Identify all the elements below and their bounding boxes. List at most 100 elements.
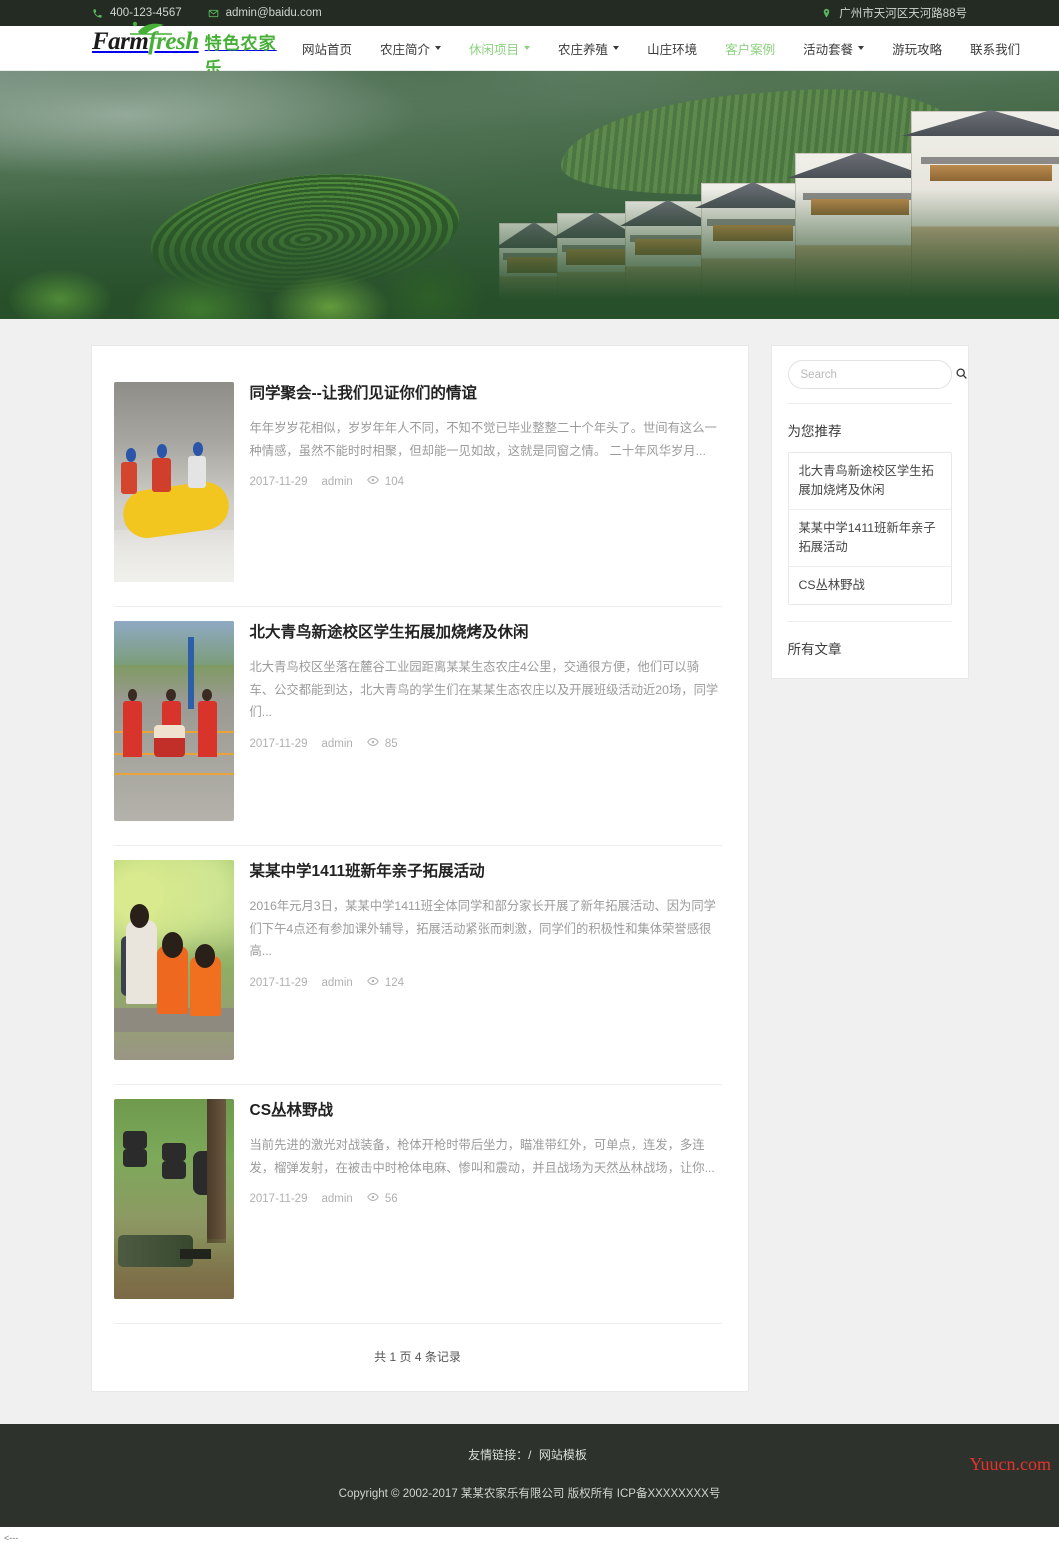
- list-item[interactable]: CS丛林野战: [789, 567, 951, 604]
- post-view-count: 56: [384, 1192, 398, 1205]
- main-navigation: 网站首页 农庄简介 休闲项目 农庄养殖 山庄环境 客户案例 活动套餐 游玩攻略 …: [288, 39, 1034, 58]
- search-input[interactable]: [800, 368, 955, 381]
- post-date: 2017-11-29: [249, 737, 308, 750]
- table-row[interactable]: 北大青鸟新途校区学生拓展加烧烤及休闲 北大青鸟校区坐落在麓谷工业园距离某某生态农…: [113, 607, 722, 846]
- post-author: admin: [321, 737, 353, 750]
- topbar-left-group: 400-123-4567 admin@baidu.com: [92, 7, 348, 19]
- post-thumbnail[interactable]: [113, 860, 234, 1060]
- pagination-summary: 共 1 页 4 条记录: [114, 1324, 722, 1391]
- article-list-panel: 同学聚会--让我们见证你们的情谊 年年岁岁花相似，岁岁年年人不同，不知不觉已毕业…: [90, 345, 749, 1392]
- nav-item-packages[interactable]: 活动套餐: [789, 39, 878, 58]
- html-comment-marker: <---: [4, 1533, 19, 1543]
- post-title[interactable]: 北大青鸟新途校区学生拓展加烧烤及休闲: [250, 623, 722, 644]
- sidebar: 为您推荐 北大青鸟新途校区学生拓展加烧烤及休闲 某某中学1411班新年亲子拓展活…: [770, 345, 969, 680]
- post-excerpt: 2016年元月3日，某某中学1411班全体同学和部分家长开展了新年拓展活动、因为…: [249, 898, 716, 959]
- post-thumbnail[interactable]: [113, 621, 234, 821]
- friend-links: 友情链接：/ 网站模板: [0, 1446, 1059, 1463]
- content-wrapper: 同学聚会--让我们见证你们的情谊 年年岁岁花相似，岁岁年年人不同，不知不觉已毕业…: [90, 345, 969, 1392]
- list-item[interactable]: 北大青鸟新途校区学生拓展加烧烤及休闲: [788, 453, 951, 511]
- post-view-count: 124: [384, 976, 404, 989]
- topbar-right-group: 广州市天河区天河路88号: [821, 5, 967, 21]
- post-content: 某某中学1411班新年亲子拓展活动 2016年元月3日，某某中学1411班全体同…: [250, 860, 722, 1060]
- phone-contact[interactable]: 400-123-4567: [92, 7, 182, 19]
- nav-item-guide[interactable]: 游玩攻略: [878, 39, 956, 58]
- post-meta: 2017-11-29 admin 56: [250, 1191, 722, 1206]
- eye-icon: [366, 736, 379, 751]
- table-row[interactable]: CS丛林野战 当前先进的激光对战装备，枪体开枪时带后坐力，瞄准带红外，可单点，连…: [113, 1085, 722, 1324]
- post-content: CS丛林野战 当前先进的激光对战装备，枪体开枪时带后坐力，瞄准带红外，可单点，连…: [250, 1099, 722, 1299]
- nav-label: 游玩攻略: [892, 42, 943, 57]
- nav-item-home[interactable]: 网站首页: [288, 39, 366, 58]
- table-row[interactable]: 某某中学1411班新年亲子拓展活动 2016年元月3日，某某中学1411班全体同…: [113, 846, 722, 1085]
- pagination-text: 共 1 页 4 条记录: [374, 1350, 461, 1364]
- nav-label: 客户案例: [725, 42, 776, 57]
- post-date: 2017-11-29: [249, 1192, 308, 1205]
- hero-banner-image: [0, 71, 1059, 319]
- post-title[interactable]: CS丛林野战: [250, 1101, 722, 1122]
- eye-icon: [366, 1191, 379, 1206]
- all-articles-title[interactable]: 所有文章: [787, 621, 952, 660]
- post-views: 56: [366, 1191, 398, 1206]
- post-content: 北大青鸟新途校区学生拓展加烧烤及休闲 北大青鸟校区坐落在麓谷工业园距离某某生态农…: [250, 621, 722, 821]
- nav-item-about[interactable]: 农庄简介: [366, 39, 455, 58]
- address-text: 广州市天河区天河路88号: [839, 8, 967, 20]
- nav-item-farming[interactable]: 农庄养殖: [544, 39, 633, 58]
- post-excerpt: 北大青鸟校区坐落在麓谷工业园距离某某生态农庄4公里，交通很方便，他们可以骑车、公…: [249, 659, 719, 720]
- nav-label: 联系我们: [970, 42, 1021, 57]
- post-date: 2017-11-29: [249, 475, 308, 488]
- friend-link-template[interactable]: 网站模板: [539, 1448, 587, 1462]
- page-body: 同学聚会--让我们见证你们的情谊 年年岁岁花相似，岁岁年年人不同，不知不觉已毕业…: [0, 319, 1059, 1424]
- nav-label: 活动套餐: [803, 42, 854, 57]
- email-address: admin@baidu.com: [225, 7, 322, 19]
- eye-icon: [366, 975, 379, 990]
- recommend-title: 为您推荐: [787, 424, 842, 439]
- phone-icon: [92, 8, 103, 19]
- post-thumbnail[interactable]: [113, 1099, 234, 1299]
- search-form[interactable]: [787, 360, 967, 389]
- nav-label: 山庄环境: [647, 42, 698, 57]
- mail-icon: [208, 8, 219, 19]
- search-icon: [955, 367, 968, 383]
- post-author: admin: [321, 976, 353, 989]
- post-author: admin: [321, 1192, 353, 1205]
- nav-item-cases[interactable]: 客户案例: [711, 39, 789, 58]
- table-row[interactable]: 同学聚会--让我们见证你们的情谊 年年岁岁花相似，岁岁年年人不同，不知不觉已毕业…: [113, 368, 722, 607]
- nav-item-environment[interactable]: 山庄环境: [633, 39, 711, 58]
- post-view-count: 104: [384, 475, 404, 488]
- hero-mist: [0, 71, 420, 181]
- post-title[interactable]: 某某中学1411班新年亲子拓展活动: [250, 862, 722, 883]
- email-contact[interactable]: admin@baidu.com: [208, 7, 322, 19]
- chevron-down-icon: [435, 46, 442, 50]
- nav-item-contact[interactable]: 联系我们: [956, 39, 1034, 58]
- post-views: 104: [366, 474, 404, 489]
- nav-label: 农庄养殖: [558, 42, 609, 57]
- nav-label: 休闲项目: [469, 42, 520, 57]
- eye-icon: [366, 474, 379, 489]
- post-views: 124: [366, 975, 404, 990]
- chevron-down-icon: [613, 46, 620, 50]
- logo-mark: Farm fresh 特色农家乐: [92, 21, 280, 78]
- site-header: Farm fresh 特色农家乐 网站首页 农庄简介 休闲项目 农庄养殖 山庄环境…: [0, 21, 1059, 78]
- phone-number: 400-123-4567: [110, 7, 182, 19]
- site-logo[interactable]: Farm fresh 特色农家乐: [92, 21, 280, 78]
- nav-label: 农庄简介: [380, 42, 431, 57]
- nav-item-leisure[interactable]: 休闲项目: [455, 39, 544, 58]
- post-excerpt: 年年岁岁花相似，岁岁年年人不同，不知不觉已毕业整整二十个年头了。世间有这么一种情…: [249, 420, 717, 458]
- search-button[interactable]: [955, 367, 968, 383]
- hero-foreground-trees: [0, 189, 1059, 319]
- post-meta: 2017-11-29 admin 104: [250, 474, 722, 489]
- post-author: admin: [321, 475, 353, 488]
- list-item[interactable]: 某某中学1411班新年亲子拓展活动: [788, 510, 951, 568]
- post-meta: 2017-11-29 admin 124: [250, 975, 722, 990]
- post-views: 85: [366, 736, 398, 751]
- page-tail: <---: [0, 1527, 1059, 1557]
- nav-label: 网站首页: [302, 42, 353, 57]
- chevron-down-icon: [524, 46, 531, 50]
- post-content: 同学聚会--让我们见证你们的情谊 年年岁岁花相似，岁岁年年人不同，不知不觉已毕业…: [250, 382, 722, 582]
- post-excerpt: 当前先进的激光对战装备，枪体开枪时带后坐力，瞄准带红外，可单点，连发，多连发，榴…: [249, 1137, 715, 1175]
- site-footer: 友情链接：/ 网站模板 Copyright © 2002-2017 某某农家乐有…: [0, 1424, 1059, 1552]
- post-thumbnail[interactable]: [113, 382, 234, 582]
- post-view-count: 85: [384, 737, 398, 750]
- post-date: 2017-11-29: [249, 976, 308, 989]
- post-title[interactable]: 同学聚会--让我们见证你们的情谊: [250, 384, 722, 405]
